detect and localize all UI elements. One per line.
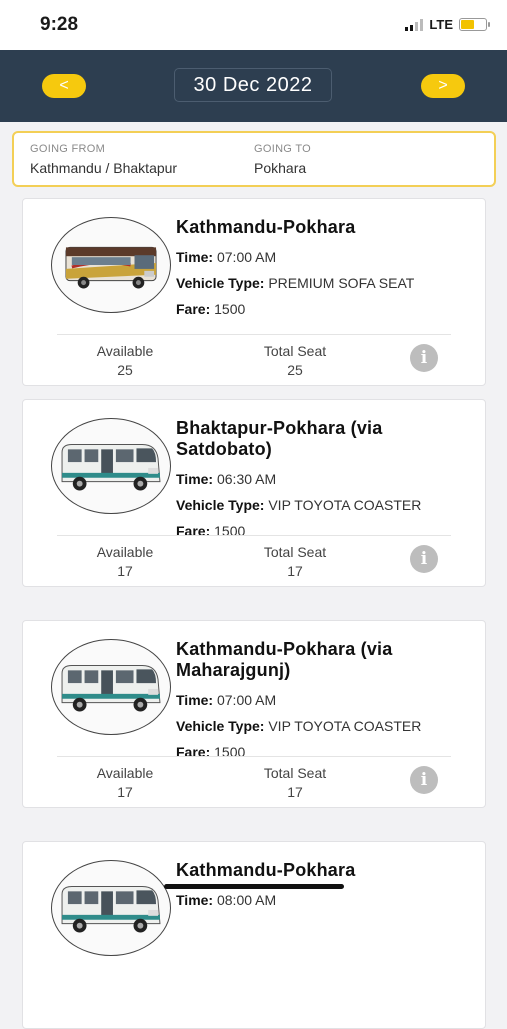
battery-icon [459,18,490,31]
trip-vehicle-type: Vehicle Type: VIP TOYOTA COASTER [176,713,476,739]
coaster-bus-icon [61,885,161,933]
trip-card[interactable]: Kathmandu-Pokhara Time: 08:00 AM [22,841,486,1029]
fare-value: 1500 [214,744,246,760]
trip-fare: Fare: 1500 [176,739,476,765]
going-from-value: Kathmandu / Bhaktapur [30,160,178,176]
time-value: 08:00 AM [216,892,277,908]
total-seat-value: 25 [287,362,303,378]
status-time: 9:28 [40,14,79,35]
trip-fare: Fare: 1500 [176,296,476,322]
fare-value: 1500 [214,301,246,317]
trip-time: Time: 07:00 AM [176,687,476,713]
time-value: 07:00 AM [216,692,277,708]
available-value: 17 [117,563,133,579]
vehicle-type-label: Vehicle Type: [176,497,265,513]
available-value: 17 [117,784,133,800]
trip-time: Time: 06:30 AM [176,466,476,492]
total-seats: Total Seat 17 [245,765,345,800]
card-divider [57,535,451,536]
card-divider [57,334,451,335]
trip-time: Time: 07:00 AM [176,244,476,270]
trip-card[interactable]: Kathmandu-Pokhara (via Maharajgunj) Time… [22,620,486,808]
trip-route-title: Kathmandu-Pokhara [176,860,356,880]
trip-card[interactable]: Bhaktapur-Pokhara (via Satdobato) Time: … [22,399,486,587]
fare-value: 1500 [214,523,246,539]
going-from: GOING FROM Kathmandu / Bhaktapur [30,143,177,176]
vehicle-type-value: VIP TOYOTA COASTER [268,718,422,734]
info-icon[interactable]: i [410,545,438,573]
time-value: 07:00 AM [216,249,277,265]
vehicle-image [51,860,171,956]
vehicle-image [51,639,171,735]
available-seats: Available 17 [77,765,173,800]
trip-route-title: Kathmandu-Pokhara [176,217,356,237]
total-seat-value: 17 [287,784,303,800]
going-to-label: GOING TO [254,143,312,155]
date-navigation-bar: < 30 Dec 2022 > [0,50,507,122]
trip-fare: Fare: 1500 [176,518,476,544]
total-seat-label: Total Seat [263,544,327,560]
vehicle-type-label: Vehicle Type: [176,275,265,291]
trip-route-title: Kathmandu-Pokhara (via Maharajgunj) [176,639,393,680]
available-label: Available [96,343,154,359]
total-seats: Total Seat 25 [245,343,345,378]
available-value: 25 [117,362,133,378]
vehicle-type-label: Vehicle Type: [176,718,265,734]
trip-card[interactable]: Kathmandu-Pokhara Time: 07:00 AM Vehicle… [22,198,486,386]
status-bar: 9:28 LTE [0,0,507,50]
card-divider [57,756,451,757]
trip-details: Kathmandu-Pokhara Time: 07:00 AM Vehicle… [176,217,476,322]
time-label: Time: [176,692,214,708]
trip-details: Kathmandu-Pokhara (via Maharajgunj) Time… [176,639,476,765]
going-from-label: GOING FROM [30,143,106,155]
available-seats: Available 25 [77,343,173,378]
status-indicators: LTE [405,17,490,32]
available-label: Available [96,544,154,560]
tourist-bus-icon [65,246,157,289]
total-seat-label: Total Seat [263,765,327,781]
time-label: Time: [176,249,214,265]
battery-level [461,20,474,29]
home-indicator [164,884,344,889]
network-label: LTE [429,17,453,32]
vehicle-image [51,418,171,514]
vehicle-type-value: PREMIUM SOFA SEAT [268,275,415,291]
going-to: GOING TO Pokhara [254,143,311,176]
info-icon[interactable]: i [410,344,438,372]
trip-time: Time: 08:00 AM [176,887,476,913]
selected-date[interactable]: 30 Dec 2022 [174,68,332,102]
coaster-bus-icon [61,443,161,491]
fare-label: Fare: [176,523,211,539]
fare-label: Fare: [176,301,211,317]
time-label: Time: [176,892,214,908]
total-seats: Total Seat 17 [245,544,345,579]
next-day-button[interactable]: > [421,74,465,98]
time-label: Time: [176,471,214,487]
info-icon[interactable]: i [410,766,438,794]
going-to-value: Pokhara [254,160,307,176]
total-seat-value: 17 [287,563,303,579]
fare-label: Fare: [176,744,211,760]
trip-vehicle-type: Vehicle Type: PREMIUM SOFA SEAT [176,270,476,296]
available-label: Available [96,765,154,781]
trip-route-title: Bhaktapur-Pokhara (via Satdobato) [176,418,383,459]
vehicle-image [51,217,171,313]
trip-vehicle-type: Vehicle Type: VIP TOYOTA COASTER [176,492,476,518]
trip-details: Bhaktapur-Pokhara (via Satdobato) Time: … [176,418,476,544]
time-value: 06:30 AM [216,471,277,487]
vehicle-type-value: VIP TOYOTA COASTER [268,497,422,513]
signal-icon [405,18,424,31]
previous-day-button[interactable]: < [42,74,86,98]
available-seats: Available 17 [77,544,173,579]
route-summary[interactable]: GOING FROM Kathmandu / Bhaktapur GOING T… [12,131,496,187]
coaster-bus-icon [61,664,161,712]
total-seat-label: Total Seat [263,343,327,359]
